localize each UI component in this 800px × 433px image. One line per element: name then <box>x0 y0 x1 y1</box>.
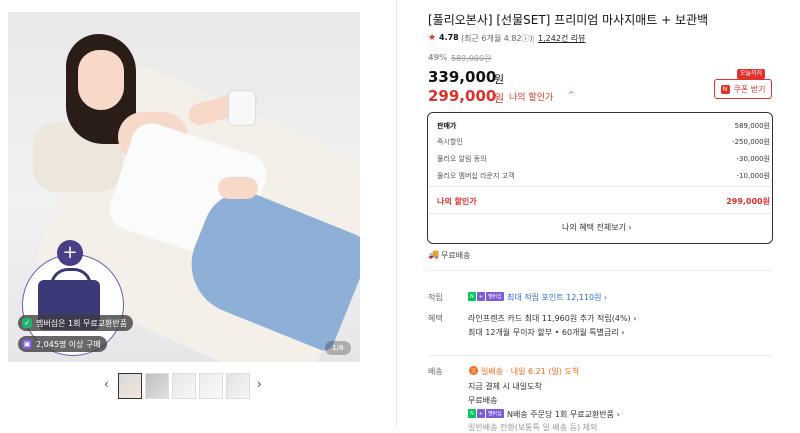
my-discount-label[interactable]: 나의 할인가 <box>509 90 553 103</box>
recent-rating[interactable]: (최근 6개월 4.82ⓘ) <box>461 33 533 44</box>
purchase-count-text: 2,045명 이상 구매 <box>36 339 101 349</box>
coupon-icon: N <box>720 84 730 94</box>
card-benefit-link[interactable]: 라인프렌즈 카드 최대 11,960원 추가 적립(4%) › <box>468 313 636 324</box>
purchase-count-pill: ▣ 2,045명 이상 구매 <box>18 336 107 352</box>
breakdown-value-lounge: -10,000원 <box>736 172 770 180</box>
view-all-benefits-link[interactable]: 나의 혜택 전체보기 › <box>562 222 632 233</box>
delivery-free: 무료배송 <box>468 396 498 405</box>
today-delivery-icon: 오 <box>469 366 478 375</box>
breakdown-label-sale: 판매가 <box>437 122 457 130</box>
breakdown-label-notify: 풀리오 알림 동의 <box>437 155 487 163</box>
my-discount-price: 299,000 <box>428 87 497 105</box>
free-shipping-label: 무료배송 <box>441 251 471 260</box>
model-hand-illustration <box>218 177 258 199</box>
membership-icon: ✓ <box>22 318 32 328</box>
breakdown-label-instant: 즉시할인 <box>437 138 463 146</box>
membership-exchange-pill: ✓ 멤버십은 1회 무료교환반품 <box>18 315 134 331</box>
naver-n-icon-2: N <box>468 409 476 418</box>
plus-membership-icon: + <box>476 292 485 301</box>
breakdown-value-instant: -250,000원 <box>732 138 770 146</box>
breakdown-divider-2 <box>428 213 771 214</box>
purchase-icon: ▣ <box>22 339 32 349</box>
rating-separator <box>533 35 534 44</box>
rating-score: 4.78 <box>439 33 459 42</box>
benefits-section-label: 혜택 <box>428 314 443 323</box>
thumbnail-next-arrow[interactable]: › <box>257 377 262 391</box>
breakdown-label-lounge: 풀리오 멤버십 라운지 고객 <box>437 172 515 180</box>
column-divider <box>396 0 397 427</box>
breakdown-value-sale: 589,000원 <box>734 122 770 130</box>
delivery-section-label: 배송 <box>428 367 443 376</box>
sale-price: 339,000 <box>428 68 497 86</box>
model-face-illustration <box>78 50 124 110</box>
max-points-link[interactable]: 최대 적립 포인트 12,110원 › <box>507 292 607 303</box>
coupon-button-label: 쿠폰 받기 <box>733 84 766 94</box>
product-title: [풀리오본사] [선물SET] 프리미엄 마사지매트 + 보관백 <box>428 13 709 27</box>
thumbnail-4[interactable] <box>199 373 223 399</box>
installment-benefit-link[interactable]: 최대 12개월 무이자 할부 • 60개월 특별금리 › <box>468 327 624 338</box>
section-divider <box>427 270 772 271</box>
today-only-tag: 오늘까지 <box>737 69 766 79</box>
thumbnail-3[interactable] <box>172 373 196 399</box>
plus-membership-icon-2: + <box>476 409 485 418</box>
member-exchange-link[interactable]: N배송 주문당 1회 무료교환반품 › <box>507 409 620 420</box>
coupon-button[interactable]: N 쿠폰 받기 <box>714 79 772 99</box>
thumbnail-5[interactable] <box>226 373 250 399</box>
review-count-link[interactable]: 1,242건 리뷰 <box>538 33 586 44</box>
section-divider-2 <box>427 355 772 356</box>
truck-icon: 🚚 <box>428 250 440 260</box>
membership-exchange-text: 멤버십은 1회 무료교환반품 <box>36 318 128 328</box>
thumbnail-2[interactable] <box>145 373 169 399</box>
thumbnail-prev-arrow[interactable]: ‹ <box>104 377 109 391</box>
naver-membership-badge: N + 멤버십 <box>468 292 504 301</box>
remote-control-illustration <box>228 90 256 126</box>
image-page-indicator: 1/8 <box>325 341 351 355</box>
points-section-label: 적립 <box>428 293 443 302</box>
today-delivery-text: 일배송 · 내일 6.21 (일) 도착 <box>481 367 580 376</box>
thumbnail-1[interactable] <box>118 373 142 399</box>
naver-delivery-badge: N + 멤버십 <box>468 409 504 418</box>
membership-tag: 멤버십 <box>485 292 504 301</box>
plus-icon[interactable]: + <box>57 240 83 266</box>
discount-rate: 49% <box>428 53 448 62</box>
naver-n-icon: N <box>468 292 476 301</box>
chevron-up-icon[interactable]: ^ <box>568 90 575 99</box>
breakdown-value-notify: -30,000원 <box>736 155 770 163</box>
delivery-exclusion-note: 일반배송 전환(보통특 일 배송 등) 제외 <box>468 423 598 432</box>
original-price: 589,000원 <box>451 54 492 63</box>
membership-tag-2: 멤버십 <box>485 409 504 418</box>
delivery-note: 지금 결제 시 내일도착 <box>468 382 542 391</box>
breakdown-divider <box>428 186 771 187</box>
sale-price-unit: 원 <box>494 73 505 86</box>
breakdown-total-value: 299,000원 <box>726 197 770 206</box>
breakdown-total-label: 나의 할인가 <box>437 197 477 206</box>
my-discount-price-unit: 원 <box>494 92 505 105</box>
star-icon: ★ <box>428 33 437 43</box>
